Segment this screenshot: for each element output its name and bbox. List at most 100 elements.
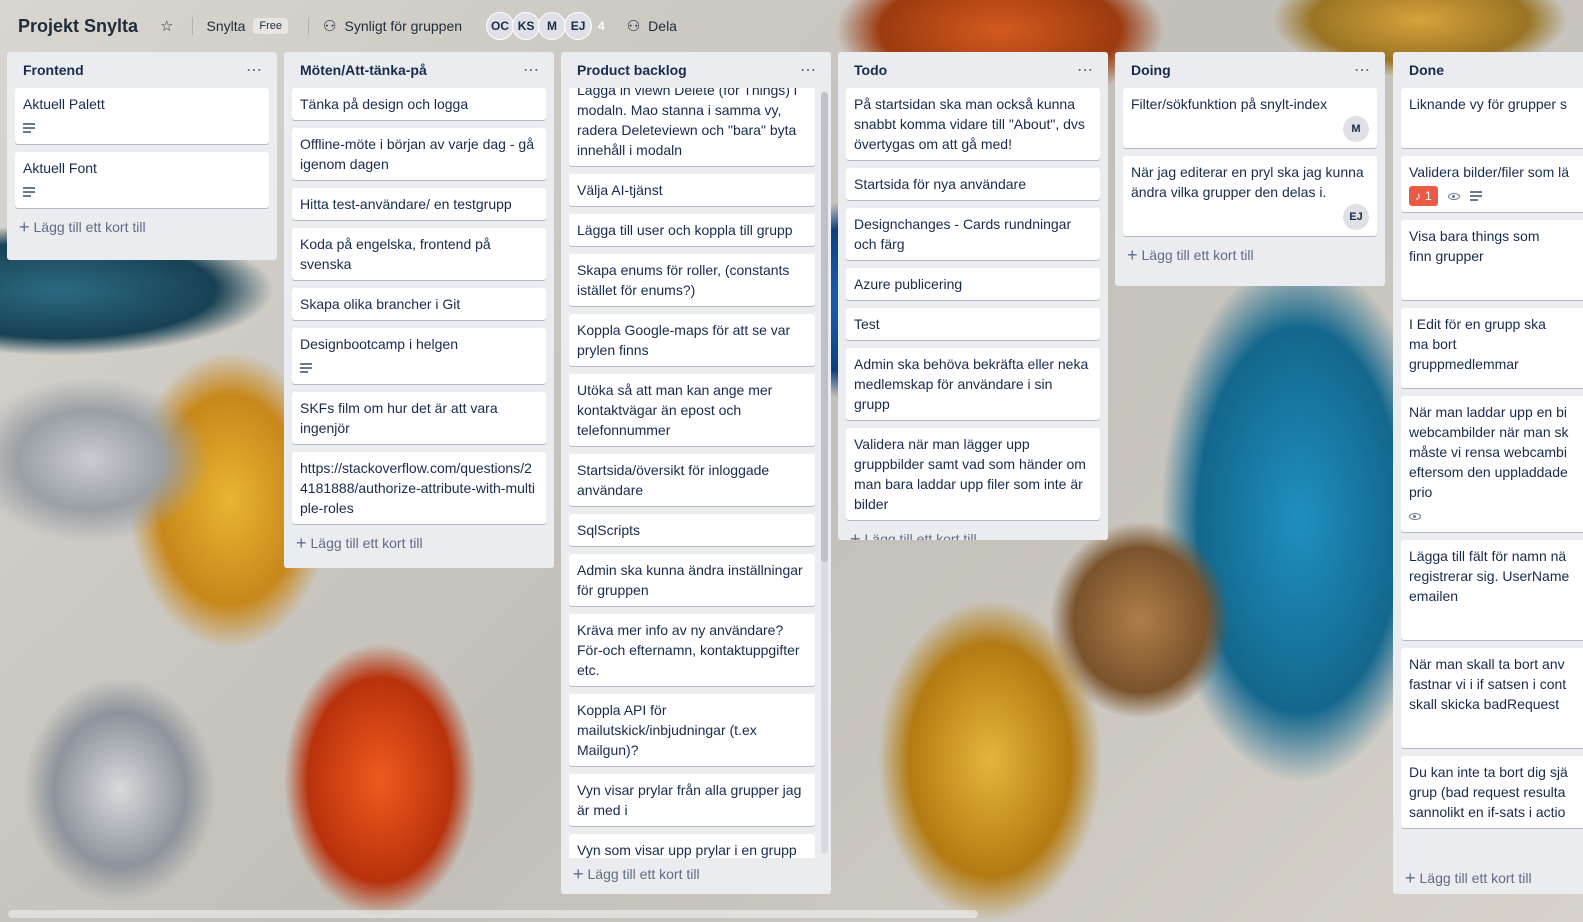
card[interactable]: När man skall ta bort anv fastnar vi i i… — [1401, 648, 1583, 748]
list-title[interactable]: Frontend — [23, 62, 84, 78]
card[interactable]: Utöka så att man kan ange mer kontaktväg… — [569, 374, 815, 446]
list-title[interactable]: Möten/Att-tänka-på — [300, 62, 427, 78]
card[interactable]: Lägga till user och koppla till grupp — [569, 214, 815, 246]
add-card-button[interactable]: + Lägg till ett kort till — [846, 520, 1100, 541]
add-card-label: Lägg till ett kort till — [310, 535, 423, 551]
card-title: SKFs film om hur det är att vara ingenjö… — [300, 400, 498, 436]
card[interactable]: Aktuell Font — [15, 152, 269, 208]
card-title: Vyn visar prylar från alla grupper jag ä… — [577, 782, 802, 818]
more-icon[interactable]: ⋯ — [800, 60, 817, 80]
add-card-label: Lägg till ett kort till — [1419, 870, 1532, 886]
card-member-avatar[interactable]: M — [1343, 116, 1369, 142]
card[interactable]: I Edit för en grupp ska ma bort gruppmed… — [1401, 308, 1583, 388]
card-title: Aktuell Palett — [23, 96, 105, 112]
add-card-label: Lägg till ett kort till — [33, 219, 146, 235]
list-title[interactable]: Done — [1409, 62, 1444, 78]
card[interactable]: Skapa enums för roller, (constants istäl… — [569, 254, 815, 306]
card[interactable]: Välja AI-tjänst — [569, 174, 815, 206]
avatar[interactable]: EJ — [564, 12, 593, 40]
card[interactable]: https://stackoverflow.com/questions/2418… — [292, 452, 546, 524]
card[interactable]: Visa bara things som finn grupper — [1401, 220, 1583, 300]
card[interactable]: Koda på engelska, frontend på svenska — [292, 228, 546, 280]
add-card-label: Lägg till ett kort till — [1141, 247, 1254, 263]
card[interactable]: Liknande vy för grupper s — [1401, 88, 1583, 148]
more-icon[interactable]: ⋯ — [1077, 60, 1094, 80]
board-title[interactable]: Projekt Snylta — [18, 16, 138, 37]
list-done: Done Liknande vy för grupper s Validera … — [1393, 52, 1583, 894]
more-icon[interactable]: ⋯ — [523, 60, 540, 80]
list-title[interactable]: Doing — [1131, 62, 1171, 78]
add-card-button[interactable]: + Lägg till ett kort till — [292, 524, 546, 562]
card[interactable]: När jag editerar en pryl ska jag kunna ä… — [1123, 156, 1377, 236]
more-icon[interactable]: ⋯ — [1354, 60, 1371, 80]
card[interactable]: Startsida för nya användare — [846, 168, 1100, 200]
star-icon[interactable]: ☆ — [160, 17, 173, 35]
workspace-name[interactable]: Snylta — [207, 18, 246, 34]
description-icon — [23, 187, 35, 197]
plus-icon: + — [1405, 867, 1416, 888]
share-button[interactable]: Dela — [648, 18, 677, 34]
card[interactable]: Designchanges - Cards rundningar och fär… — [846, 208, 1100, 260]
card[interactable]: Admin ska behöva bekräfta eller neka med… — [846, 348, 1100, 420]
card-title: Vyn som visar upp prylar i en grupp — [577, 842, 797, 858]
card[interactable]: Du kan inte ta bort dig sjä grup (bad re… — [1401, 756, 1583, 828]
card-member-avatar[interactable]: EJ — [1343, 204, 1369, 230]
card[interactable]: Designbootcamp i helgen — [292, 328, 546, 384]
visibility-button[interactable]: Synligt för gruppen — [345, 18, 463, 34]
card[interactable]: Admin ska kunna ändra inställningar för … — [569, 554, 815, 606]
card[interactable]: Koppla Google-maps för att se var prylen… — [569, 314, 815, 366]
card[interactable]: När man laddar upp en bi webcambilder nä… — [1401, 396, 1583, 532]
card[interactable]: Validera när man lägger upp gruppbilder … — [846, 428, 1100, 520]
card[interactable]: SqlScripts — [569, 514, 815, 546]
scrollbar-thumb[interactable] — [821, 92, 828, 562]
card[interactable]: Azure publicering — [846, 268, 1100, 300]
more-icon[interactable]: ⋯ — [246, 60, 263, 80]
card[interactable]: Aktuell Palett — [15, 88, 269, 144]
card-title: Validera när man lägger upp gruppbilder … — [854, 436, 1086, 512]
card[interactable]: Skapa olika brancher i Git — [292, 288, 546, 320]
member-count[interactable]: 4 — [598, 19, 605, 33]
list-product-backlog: Product backlog ⋯ Lägga in viewn Delete … — [561, 52, 831, 894]
description-icon — [23, 123, 35, 133]
card[interactable]: Kräva mer info av ny användare? För-och … — [569, 614, 815, 686]
plus-icon: + — [1127, 244, 1138, 265]
add-card-label: Lägg till ett kort till — [587, 866, 700, 882]
add-card-button[interactable]: + Lägg till ett kort till — [569, 858, 823, 890]
add-card-button[interactable]: + Lägg till ett kort till — [1401, 862, 1532, 894]
list-cards-scroll[interactable]: Lägga in viewn Delete (för Things) i mod… — [569, 88, 823, 858]
card-title: Designchanges - Cards rundningar och fär… — [854, 216, 1072, 252]
card-title: Lägga till user och koppla till grupp — [577, 222, 793, 238]
card[interactable]: Vyn som visar upp prylar i en grupp — [569, 834, 815, 858]
card-title: Skapa olika brancher i Git — [300, 296, 461, 312]
card-title: Azure publicering — [854, 276, 963, 292]
card[interactable]: Filter/sökfunktion på snylt-index M — [1123, 88, 1377, 148]
add-card-button[interactable]: + Lägg till ett kort till — [15, 208, 269, 246]
list-header: Frontend ⋯ — [15, 52, 269, 88]
list-title[interactable]: Todo — [854, 62, 887, 78]
card[interactable]: Koppla API för mailutskick/inbjudningar … — [569, 694, 815, 766]
board-horizontal-scrollbar[interactable] — [8, 910, 978, 918]
card[interactable]: Vyn visar prylar från alla grupper jag ä… — [569, 774, 815, 826]
list-header: Todo ⋯ — [846, 52, 1100, 88]
card[interactable]: Tänka på design och logga — [292, 88, 546, 120]
card-title: Du kan inte ta bort dig sjä grup (bad re… — [1409, 764, 1568, 820]
card[interactable]: Lägga till fält för namn nä registrerar … — [1401, 540, 1583, 640]
add-card-button[interactable]: + Lägg till ett kort till — [1123, 236, 1377, 274]
card[interactable]: Validera bilder/filer som lä ♪ 1 — [1401, 156, 1583, 212]
avatar[interactable]: M — [538, 12, 567, 40]
avatar[interactable]: KS — [512, 12, 541, 40]
card[interactable]: Hitta test-användare/ en testgrupp — [292, 188, 546, 220]
card[interactable]: Startsida/översikt för inloggade använda… — [569, 454, 815, 506]
card-title: När man laddar upp en bi webcambilder nä… — [1409, 404, 1569, 500]
card[interactable]: På startsidan ska man också kunna snabbt… — [846, 88, 1100, 160]
card[interactable]: Offline-möte i början av varje dag - gå … — [292, 128, 546, 180]
card-title: Koppla Google-maps för att se var prylen… — [577, 322, 791, 358]
card[interactable]: SKFs film om hur det är att vara ingenjö… — [292, 392, 546, 444]
card[interactable]: Lägga in viewn Delete (för Things) i mod… — [569, 88, 815, 166]
group-icon: ⚇ — [323, 18, 337, 35]
avatar[interactable]: OC — [486, 12, 515, 40]
list-scrollbar[interactable] — [821, 92, 828, 854]
list-title[interactable]: Product backlog — [577, 62, 687, 78]
card[interactable]: Test — [846, 308, 1100, 340]
list-header: Möten/Att-tänka-på ⋯ — [292, 52, 546, 88]
